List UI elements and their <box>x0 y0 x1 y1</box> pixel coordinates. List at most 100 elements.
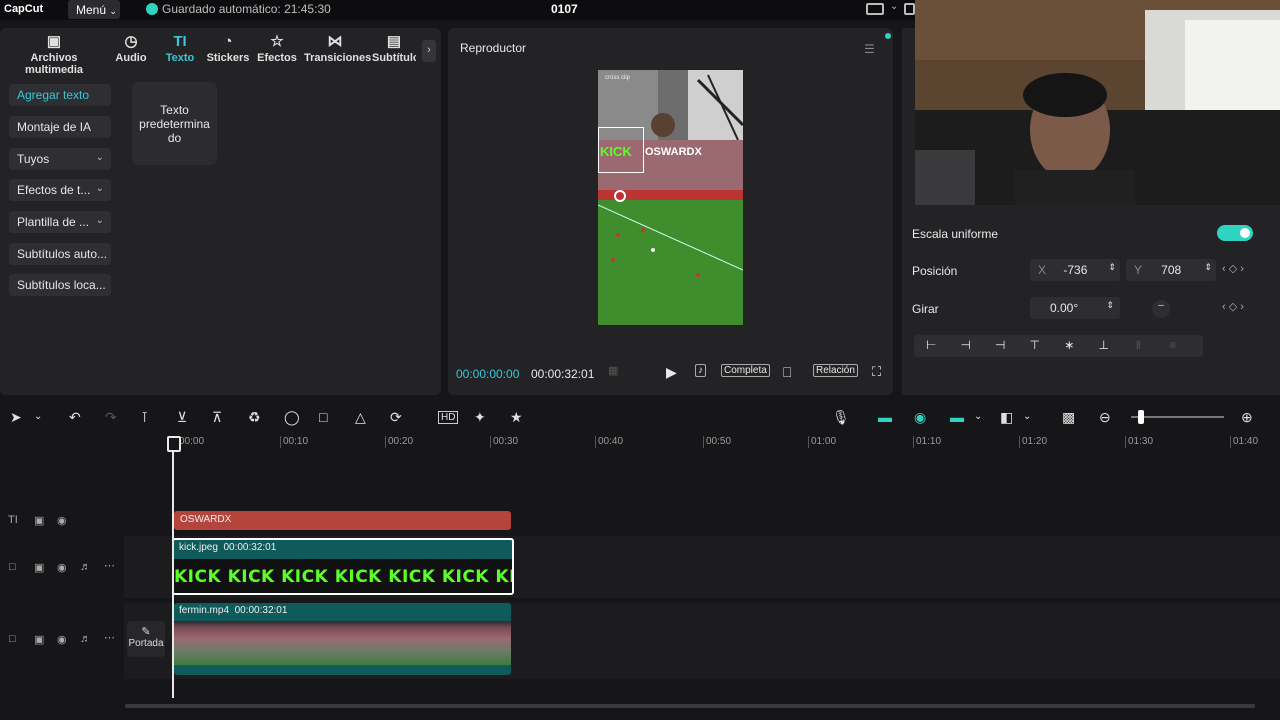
tab-subtitles[interactable]: ▤ Subtítulo <box>372 32 416 72</box>
more-icon[interactable]: ⋯ <box>104 559 115 572</box>
tab-text[interactable]: TI Texto <box>160 32 200 72</box>
tabs-next-button[interactable]: › <box>422 40 436 62</box>
chevron-down-icon: ⌄ <box>95 183 104 194</box>
tab-media[interactable]: ▣ Archivos multimedia <box>4 32 104 76</box>
full-quality-button[interactable]: Completa <box>721 364 770 377</box>
tab-audio[interactable]: ◷ Audio <box>112 32 150 72</box>
menu-ai-montage[interactable]: Montaje de IA <box>9 116 111 138</box>
zoom-slider-handle[interactable] <box>1138 410 1144 424</box>
ai-person-icon[interactable]: ★ <box>510 409 523 426</box>
chevron-down-icon[interactable]: ⌄ <box>34 411 42 422</box>
timeline-scrollbar[interactable] <box>125 704 1255 708</box>
layout-icon[interactable] <box>866 3 884 15</box>
chevron-down-icon[interactable]: ⌄ <box>1023 411 1031 422</box>
stepper-icon[interactable]: ⇕ <box>1108 262 1116 273</box>
lock-icon[interactable]: ▣ <box>34 633 44 646</box>
ruler-tick: 00:10 <box>280 436 308 448</box>
more-icon[interactable]: ⋯ <box>104 631 115 644</box>
align-right-icon[interactable]: ⊣ <box>983 335 1018 352</box>
split-right-icon[interactable]: ⊼ <box>212 409 222 426</box>
video-clip-fermin[interactable]: fermin.mp4 00:00:32:01 <box>174 603 511 675</box>
hd-icon[interactable]: HD <box>438 411 459 424</box>
align-center-icon[interactable]: ⊣ <box>949 335 984 352</box>
align-bottom-icon[interactable]: ⊥ <box>1087 335 1122 352</box>
selection-box[interactable] <box>598 127 644 173</box>
menu-text-effects[interactable]: Efectos de t... ⌄ <box>9 179 111 201</box>
distribute-h-icon[interactable]: ‖ <box>1121 335 1156 352</box>
caption-icon[interactable]: ▩ <box>1062 409 1075 426</box>
magic-wand-icon[interactable]: ✦ <box>474 409 486 426</box>
menu-add-text[interactable]: Agregar texto <box>9 84 111 106</box>
microphone-icon[interactable]: 🎙 <box>832 409 850 426</box>
menu-local-subtitles[interactable]: Subtítulos loca... <box>9 274 111 296</box>
text-icon: TI <box>173 33 187 50</box>
rotate-dial-icon[interactable]: – <box>1152 300 1170 318</box>
delete-icon[interactable]: ♻ <box>248 409 261 426</box>
timeline-view-icon[interactable]: ▦ <box>608 364 618 377</box>
layout-toggle-icon[interactable]: ◧ <box>1000 409 1013 426</box>
lock-icon[interactable]: ▣ <box>34 561 44 574</box>
mirror-icon[interactable]: △ <box>355 409 366 426</box>
video-clip-kick[interactable]: kick.jpeg 00:00:32:01 KICK KICK KICK KIC… <box>172 538 514 595</box>
stepper-icon[interactable]: ⇕ <box>1106 300 1114 311</box>
play-icon[interactable]: ▶ <box>666 364 677 381</box>
zoom-out-icon[interactable]: ⊖ <box>1099 409 1111 426</box>
link-clips-icon[interactable]: ▬ <box>878 409 892 425</box>
distribute-v-icon[interactable]: ≡ <box>1156 335 1191 352</box>
split-icon[interactable]: ⊺ <box>141 409 148 426</box>
undo-icon[interactable]: ↶ <box>69 409 81 426</box>
position-y-field[interactable]: Y 708 ⇕ <box>1126 259 1216 281</box>
menu-yours[interactable]: Tuyos ⌄ <box>9 148 111 170</box>
split-left-icon[interactable]: ⊻ <box>177 409 187 426</box>
menu-label: Efectos de t... <box>17 183 91 197</box>
lock-icon[interactable]: ▣ <box>34 514 44 527</box>
rotate-icon[interactable]: ⟳ <box>390 409 402 426</box>
preview-axis-icon[interactable]: ▬ <box>950 409 964 425</box>
media-icon: ▣ <box>46 33 62 50</box>
playhead[interactable] <box>167 436 181 698</box>
zoom-in-icon[interactable]: ⊕ <box>1241 409 1253 426</box>
fullscreen-icon[interactable]: ⛶ <box>872 364 881 380</box>
stepper-icon[interactable]: ⇕ <box>1204 262 1212 273</box>
select-tool-icon[interactable]: ➤ <box>10 409 22 426</box>
hamburger-icon[interactable]: ☰ <box>864 42 875 56</box>
shield-icon[interactable]: ◯ <box>284 409 300 426</box>
uniform-scale-toggle[interactable] <box>1217 225 1253 241</box>
tab-label: Subtítulo <box>372 52 416 64</box>
default-text-card[interactable]: Texto predetermina do <box>132 82 217 165</box>
tab-stickers[interactable]: ◔ Stickers <box>206 32 250 72</box>
crop-icon[interactable]: □ <box>319 409 327 425</box>
time-ruler[interactable]: 00:00 00:10 00:20 00:30 00:40 00:50 01:0… <box>0 434 1280 450</box>
align-left-icon[interactable]: ⊢ <box>914 335 949 352</box>
chevron-down-icon[interactable]: ⌄ <box>890 1 898 12</box>
speaker-icon[interactable]: ♬ <box>80 633 91 645</box>
layout-icon[interactable] <box>904 3 915 15</box>
position-x-field[interactable]: X -736 ⇕ <box>1030 259 1120 281</box>
chevron-down-icon[interactable]: ⌄ <box>974 411 982 422</box>
tab-effects[interactable]: ☆ Efectos <box>256 32 298 72</box>
cover-button[interactable]: ✎ Portada <box>127 621 165 657</box>
eye-icon[interactable]: ◉ <box>57 561 67 574</box>
snap-icon[interactable]: ◉ <box>914 409 926 426</box>
tiktok-icon[interactable]: ♪ <box>695 364 706 377</box>
align-middle-icon[interactable]: ∗ <box>1052 335 1087 352</box>
eye-icon[interactable]: ◉ <box>57 633 67 646</box>
tab-label: Archivos multimedia <box>24 52 84 76</box>
redo-icon[interactable]: ↷ <box>105 409 117 426</box>
menu-auto-subtitles[interactable]: Subtítulos auto... <box>9 243 111 265</box>
rotate-field[interactable]: 0.00° ⇕ <box>1030 297 1120 319</box>
keyframe-icon[interactable]: ‹ ◇ › <box>1222 300 1244 313</box>
align-top-icon[interactable]: ⊤ <box>1018 335 1053 352</box>
eye-icon[interactable]: ◉ <box>57 514 67 527</box>
ratio-button[interactable]: Relación <box>813 364 858 377</box>
menu-templates[interactable]: Plantilla de ... ⌄ <box>9 211 111 233</box>
menu-button[interactable]: Menú ⌄ <box>68 0 120 19</box>
zoom-slider[interactable] <box>1131 416 1224 418</box>
zoom-fit-icon[interactable]: ⎕ <box>783 364 791 381</box>
rotate-handle-icon[interactable] <box>614 190 626 202</box>
tab-transitions[interactable]: ⋈ Transiciones <box>304 32 371 72</box>
video-preview[interactable]: cross clip KICK OSWARDX <box>598 70 743 325</box>
text-clip[interactable]: OSWARDX <box>174 511 511 530</box>
keyframe-icon[interactable]: ‹ ◇ › <box>1222 262 1244 275</box>
speaker-icon[interactable]: ♬ <box>80 561 91 573</box>
